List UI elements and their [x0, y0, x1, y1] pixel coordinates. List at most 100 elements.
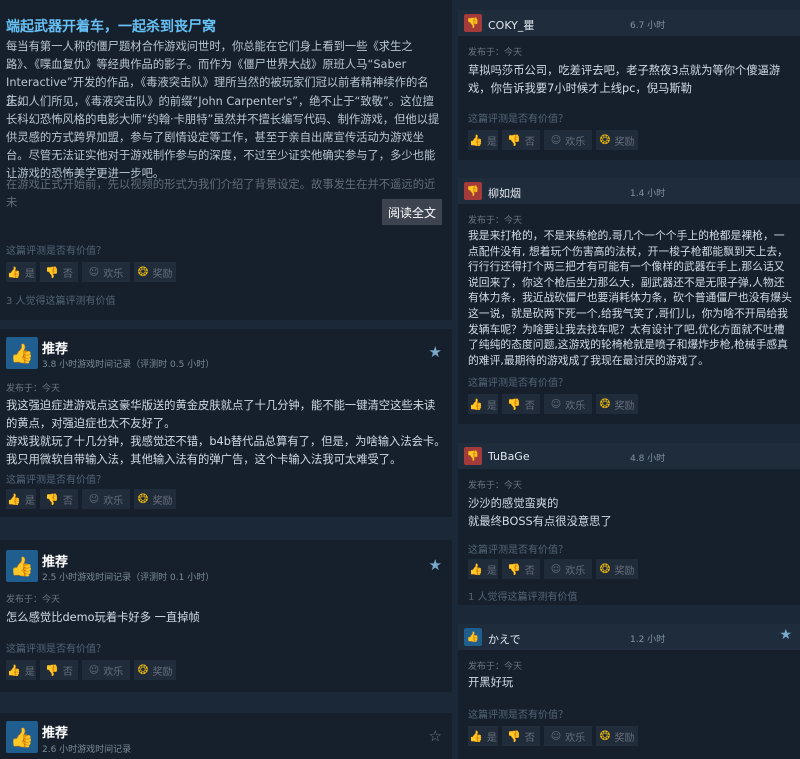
vote-yes-button[interactable]: 👍 是: [468, 130, 498, 150]
award-button[interactable]: ❂ 奖励: [134, 489, 176, 509]
review-card: 👎 柳如烟 1.4 小时 发布于：今天 我是来打枪的，不是来练枪的,哥几个一个个…: [458, 178, 800, 424]
playtime: 6.7 小时: [630, 21, 666, 31]
helpful-question: 这篇评测是否有价值？: [468, 545, 568, 556]
helpful-question: 这篇评测是否有价值？: [6, 475, 106, 486]
award-button[interactable]: ❂ 奖励: [596, 394, 638, 414]
posted-date: 发布于：今天: [468, 48, 523, 58]
posted-date: 发布于：今天: [468, 662, 523, 672]
vote-yes-label: 是: [486, 565, 497, 577]
vote-funny-label: 欢乐: [565, 400, 586, 412]
star-icon[interactable]: ★: [779, 627, 792, 643]
review-title[interactable]: 端起武器开着车，一起杀到丧尸窝: [6, 16, 216, 36]
review-card: 👎 TuBaGe 4.8 小时 发布于：今天 沙沙的感觉蛮爽的 就最终BOSS有…: [458, 443, 800, 605]
vote-yes-label: 是: [24, 268, 35, 280]
vote-funny-button[interactable]: ☺ 欢乐: [544, 130, 592, 150]
vote-funny-label: 欢乐: [565, 732, 586, 744]
review-paragraph: 正如人们所见，《毒液突击队》的前缀“John Carpenter's”，绝不止于…: [6, 95, 440, 180]
vote-bar: 👍 是 👎 否 ☺ 欢乐 ❂ 奖励: [468, 130, 642, 150]
thumb-up-icon: 👍: [469, 562, 483, 576]
vote-funny-button[interactable]: ☺ 欢乐: [544, 726, 592, 746]
review-card: 👎 COKY_瞿 6.7 小时 发布于：今天 草拟吗莎币公司，吃差评去吧，老子熬…: [458, 10, 800, 160]
thumb-down-icon: 👎: [464, 14, 482, 32]
playtime: 1.4 小时: [630, 189, 666, 199]
star-icon[interactable]: ★: [429, 556, 442, 574]
review-verdict[interactable]: 推荐: [42, 338, 68, 357]
award-button[interactable]: ❂ 奖励: [134, 262, 176, 282]
reviewer-name[interactable]: COKY_瞿: [488, 17, 534, 33]
vote-no-button[interactable]: 👎 否: [40, 660, 78, 680]
review-card-article: 端起武器开着车，一起杀到丧尸窝 每当有第一人称的僵尸题材合作游戏问世时，你总能在…: [0, 0, 452, 320]
helpful-question: 这篇评测是否有价值？: [6, 246, 106, 257]
smile-icon: ☺: [550, 398, 562, 410]
award-icon: ❂: [599, 132, 611, 148]
review-card: 👍 推荐 2.5 小时游戏时间记录（评测时 0.1 小时） ★ 发布于：今天 怎…: [0, 540, 452, 692]
star-outline-icon[interactable]: ☆: [429, 727, 442, 745]
vote-no-button[interactable]: 👎 否: [502, 559, 540, 579]
vote-yes-button[interactable]: 👍 是: [6, 489, 36, 509]
review-header: 👎 TuBaGe 4.8 小时: [458, 443, 800, 469]
review-verdict[interactable]: 推荐: [42, 551, 68, 570]
vote-bar: 👍 是 👎 否 ☺ 欢乐 ❂ 奖励: [468, 559, 642, 579]
vote-no-button[interactable]: 👎 否: [502, 394, 540, 414]
vote-no-label: 否: [62, 268, 73, 280]
review-verdict[interactable]: 推荐: [42, 722, 68, 741]
award-button[interactable]: ❂ 奖励: [134, 660, 176, 680]
vote-funny-button[interactable]: ☺ 欢乐: [82, 660, 130, 680]
smile-icon: ☺: [550, 730, 562, 742]
thumb-up-icon: 👍: [464, 628, 482, 646]
vote-no-button[interactable]: 👎 否: [40, 489, 78, 509]
vote-no-button[interactable]: 👎 否: [502, 726, 540, 746]
vote-yes-button[interactable]: 👍 是: [6, 262, 36, 282]
vote-funny-button[interactable]: ☺ 欢乐: [82, 262, 130, 282]
vote-no-label: 否: [62, 495, 73, 507]
reviewer-name[interactable]: TuBaGe: [488, 450, 530, 463]
playtime: 3.8 小时游戏时间记录（评测时 0.5 小时）: [42, 360, 215, 370]
vote-yes-label: 是: [486, 136, 497, 148]
award-icon: ❂: [599, 561, 611, 577]
thumb-up-icon: 👍: [6, 721, 38, 753]
vote-bar: 👍 是 👎 否 ☺ 欢乐 ❂ 奖励: [468, 726, 642, 746]
thumb-up-icon: 👍: [6, 550, 38, 582]
vote-no-label: 否: [524, 565, 535, 577]
thumb-up-icon: 👍: [7, 663, 21, 677]
vote-funny-button[interactable]: ☺ 欢乐: [544, 559, 592, 579]
thumb-down-icon: 👎: [45, 265, 59, 279]
star-icon[interactable]: ★: [429, 343, 442, 361]
reviewer-name[interactable]: 柳如烟: [488, 185, 521, 201]
vote-yes-button[interactable]: 👍 是: [6, 660, 36, 680]
vote-no-button[interactable]: 👎 否: [502, 130, 540, 150]
review-text: 怎么感觉比demo玩着卡好多 一直掉帧: [6, 611, 200, 624]
vote-yes-button[interactable]: 👍 是: [468, 559, 498, 579]
playtime: 4.8 小时: [630, 454, 666, 464]
vote-yes-button[interactable]: 👍 是: [468, 394, 498, 414]
vote-yes-button[interactable]: 👍 是: [468, 726, 498, 746]
thumb-down-icon: 👎: [507, 562, 521, 576]
read-more-button[interactable]: 阅读全文: [382, 199, 442, 225]
award-button[interactable]: ❂ 奖励: [596, 559, 638, 579]
reviewer-name[interactable]: かえで: [488, 631, 521, 647]
vote-funny-label: 欢乐: [103, 268, 124, 280]
vote-funny-label: 欢乐: [565, 565, 586, 577]
vote-no-label: 否: [62, 666, 73, 678]
playtime: 1.2 小时: [630, 635, 666, 645]
vote-funny-button[interactable]: ☺ 欢乐: [544, 394, 592, 414]
award-button[interactable]: ❂ 奖励: [596, 130, 638, 150]
vote-no-label: 否: [524, 732, 535, 744]
vote-funny-button[interactable]: ☺ 欢乐: [82, 489, 130, 509]
award-button[interactable]: ❂ 奖励: [596, 726, 638, 746]
posted-date: 发布于：今天: [6, 384, 61, 394]
smile-icon: ☺: [88, 664, 100, 676]
thumb-up-icon: 👍: [6, 337, 38, 369]
vote-no-button[interactable]: 👎 否: [40, 262, 78, 282]
review-text: 我这强迫症进游戏点这豪华版送的黄金皮肤就点了十几分钟，能不能一键清空这些未读的黄…: [6, 399, 446, 466]
review-text: 我是来打枪的，不是来练枪的,哥几个一个个手上的枪都是裸枪，一点配件没有, 想着玩…: [468, 229, 792, 367]
review-text: 沙沙的感觉蛮爽的 就最终BOSS有点很没意思了: [468, 497, 612, 528]
smile-icon: ☺: [550, 563, 562, 575]
posted-date: 发布于：今天: [6, 595, 61, 605]
award-label: 奖励: [614, 732, 635, 744]
vote-yes-label: 是: [24, 666, 35, 678]
posted-date: 发布于：今天: [468, 481, 523, 491]
award-label: 奖励: [614, 136, 635, 148]
vote-no-label: 否: [524, 136, 535, 148]
right-review-column: 👎 COKY_瞿 6.7 小时 发布于：今天 草拟吗莎币公司，吃差评去吧，老子熬…: [458, 0, 800, 759]
